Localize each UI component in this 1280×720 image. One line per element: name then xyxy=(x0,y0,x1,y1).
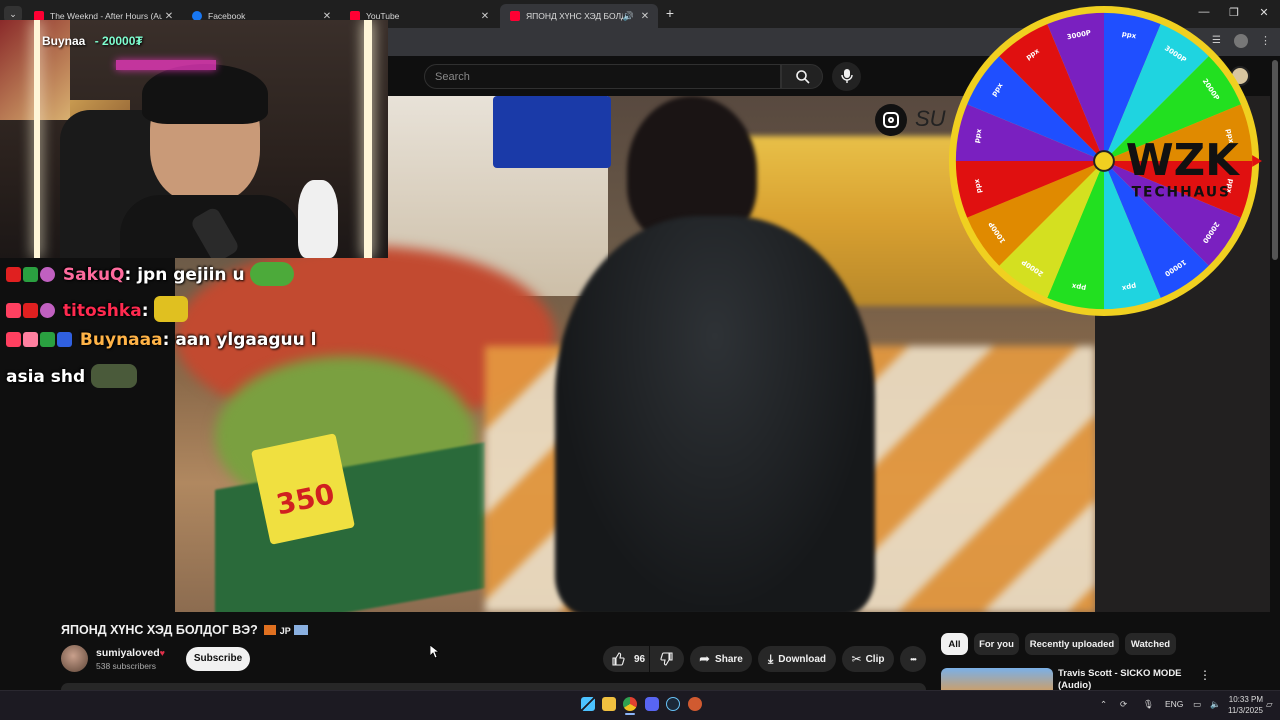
chat-message: SakuQ: jpn gejiin u xyxy=(6,262,295,286)
computer-emoji xyxy=(294,625,309,635)
thumbs-up-icon xyxy=(612,652,625,666)
dislike-button[interactable] xyxy=(650,646,684,672)
og-badge xyxy=(23,303,38,318)
flag-emoji xyxy=(264,625,277,635)
recommended-menu-icon[interactable]: ⋮ xyxy=(1199,668,1211,682)
sync-icon[interactable]: ⟳ xyxy=(1120,699,1127,710)
display-icon[interactable]: ▭ xyxy=(1193,699,1201,710)
instagram-icon xyxy=(875,104,907,136)
prize-wheel: ppx3000P2000Pppxppx2000010000ppxppx2000P… xyxy=(948,5,1262,317)
mouse-cursor-icon xyxy=(430,645,440,659)
streamer-hair xyxy=(142,64,268,124)
chrome-icon[interactable] xyxy=(623,697,637,711)
og-badge xyxy=(6,267,21,282)
subscriber-count: 538 subscribers xyxy=(96,661,157,671)
share-button[interactable]: ➦ Share xyxy=(690,646,752,672)
light-strip xyxy=(34,20,40,258)
sub-badge xyxy=(40,267,55,282)
taskbar-active-indicator xyxy=(625,713,635,715)
donation-alert: Buynaa - 20000₮ xyxy=(42,34,143,48)
subscribe-button[interactable]: Subscribe xyxy=(186,647,250,671)
channel-name[interactable]: sumiyaloved♥ xyxy=(96,647,165,659)
tray-chevron-icon[interactable]: ⌃ xyxy=(1100,699,1107,710)
new-tab-button[interactable]: + xyxy=(662,5,678,21)
heart-icon: ♥ xyxy=(159,648,165,658)
chip-all[interactable]: All xyxy=(941,633,968,655)
pepe-emote xyxy=(250,262,295,286)
wheel-logo-sub: TECHHAUS xyxy=(1132,185,1231,201)
mic-tray-icon[interactable]: 🎙 xyxy=(1143,699,1154,710)
file-explorer-icon[interactable] xyxy=(602,697,616,711)
recommended-thumbnail[interactable] xyxy=(941,668,1053,690)
chat-message: titoshka: xyxy=(6,296,189,322)
close-icon[interactable]: ✕ xyxy=(638,11,652,22)
chip-for-you[interactable]: For you xyxy=(974,633,1019,655)
search-button[interactable] xyxy=(781,64,823,89)
person-jacket xyxy=(555,216,875,612)
figurine xyxy=(298,180,338,258)
heart-badge xyxy=(6,303,21,318)
language-indicator[interactable]: ENG xyxy=(1165,699,1183,709)
discord-icon[interactable] xyxy=(645,697,659,711)
frog-emote xyxy=(91,364,138,388)
wheel-logo: WZK xyxy=(1126,136,1240,186)
tier-badge xyxy=(23,267,38,282)
wheel-hub xyxy=(1093,150,1115,172)
instagram-handle: SU xyxy=(915,106,946,131)
more-actions-button[interactable]: ••• xyxy=(900,646,926,672)
tier-badge xyxy=(40,332,55,347)
volume-icon[interactable]: 🔈 xyxy=(1210,699,1221,710)
heart-badge xyxy=(23,332,38,347)
chip-recently-uploaded[interactable]: Recently uploaded xyxy=(1025,633,1119,655)
scissors-icon: ✂ xyxy=(851,652,862,666)
steam-icon[interactable] xyxy=(666,697,680,711)
youtube-icon xyxy=(510,11,520,21)
app-icon[interactable] xyxy=(688,697,702,711)
webcam-overlay: Buynaa - 20000₮ xyxy=(0,20,388,258)
clip-button[interactable]: ✂ Clip xyxy=(842,646,894,672)
neon-sign xyxy=(116,60,216,70)
sub-badge xyxy=(40,303,55,318)
taskbar xyxy=(0,690,1280,720)
channel-avatar[interactable] xyxy=(61,645,88,672)
video-title: ЯПОНД ХҮНС ХЭД БОЛДОГ ВЭ? JP xyxy=(61,623,309,637)
microphone-icon xyxy=(841,69,853,83)
light-strip xyxy=(364,20,372,258)
thumbs-down-icon xyxy=(660,652,673,666)
speaker-icon[interactable]: 🔊 xyxy=(623,11,634,22)
browser-tab-current[interactable]: ЯПОНД ХҮНС ХЭД БОЛДО 🔊 ✕ xyxy=(500,4,658,28)
chat-message: Buynaaa: aan ylgaaguu l xyxy=(6,330,316,350)
page-scrollbar[interactable] xyxy=(1272,60,1278,260)
like-button[interactable]: 96 xyxy=(603,646,649,672)
windows-start-icon[interactable] xyxy=(581,697,595,711)
recommended-title[interactable]: Travis Scott - SICKO MODE (Audio) xyxy=(1058,668,1182,692)
chat-message-continuation: asia shd xyxy=(6,364,138,388)
download-icon: ⤓ xyxy=(767,651,774,666)
clock[interactable]: 10:33 PM 11/3/2025 xyxy=(1228,694,1263,716)
cat-emote xyxy=(154,296,189,322)
chip-watched[interactable]: Watched xyxy=(1125,633,1176,655)
download-button[interactable]: ⤓ Download xyxy=(758,646,836,672)
search-input[interactable]: Search xyxy=(424,64,781,89)
description-box[interactable] xyxy=(61,683,926,690)
rocket-badge xyxy=(6,332,21,347)
share-icon: ➦ xyxy=(699,651,711,666)
search-icon xyxy=(796,70,810,84)
notification-icon[interactable]: ▱ xyxy=(1266,699,1273,710)
bars-badge xyxy=(57,332,72,347)
voice-search-button[interactable] xyxy=(832,62,861,91)
store-sign xyxy=(493,96,611,168)
close-icon[interactable]: ✕ xyxy=(478,11,492,22)
